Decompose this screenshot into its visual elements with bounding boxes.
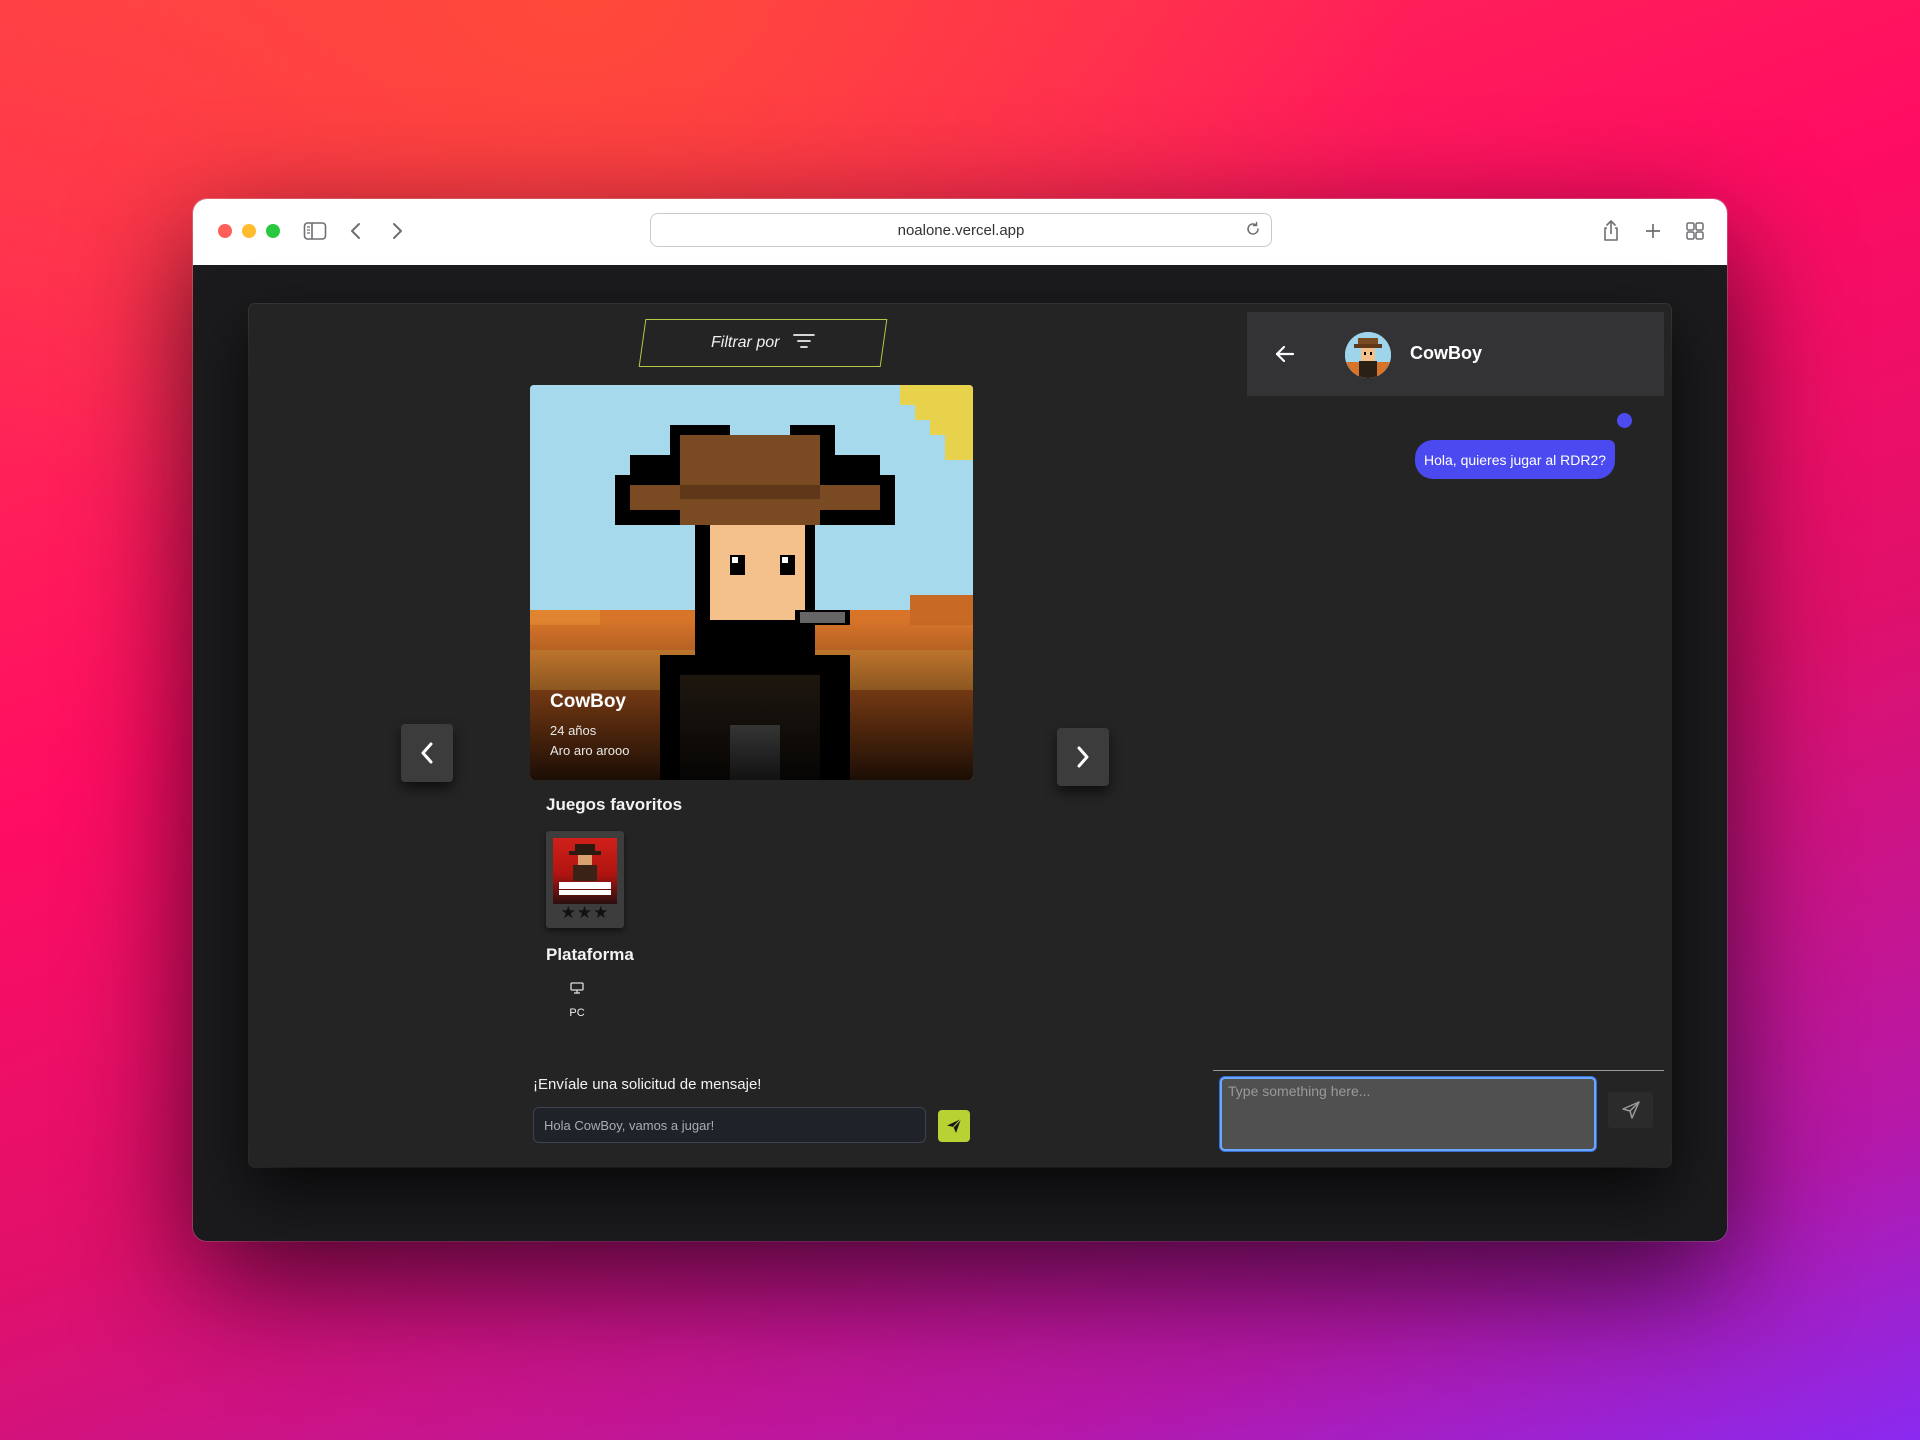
back-nav-icon[interactable] — [342, 217, 370, 245]
filter-lines-icon — [793, 333, 816, 354]
message-request-label: ¡Envíale una solicitud de mensaje! — [533, 1076, 762, 1093]
platform-item-pc: PC — [562, 981, 592, 1019]
favorite-game-tile[interactable]: ★★★ — [546, 831, 624, 928]
app-container: Filtrar por CowBoy 24 años Aro aro arooo… — [249, 304, 1671, 1167]
platform-title: Plataforma — [546, 945, 634, 964]
filter-label: Filtrar por — [710, 334, 780, 351]
browser-window: noalone.vercel.app Filtrar por CowBoy 24… — [193, 199, 1727, 1241]
forward-nav-icon[interactable] — [383, 217, 411, 245]
url-text: noalone.vercel.app — [897, 221, 1025, 239]
paper-plane-icon — [947, 1118, 962, 1133]
chat-header: CowBoy — [1247, 312, 1664, 396]
browser-toolbar: noalone.vercel.app — [193, 199, 1727, 266]
chat-contact-name: CowBoy — [1410, 343, 1482, 363]
previous-profile-button[interactable] — [401, 724, 453, 782]
send-icon — [1621, 1101, 1640, 1119]
platform-label: PC — [569, 1007, 585, 1019]
filter-button[interactable]: Filtrar por — [638, 319, 888, 367]
minimize-window-button[interactable] — [242, 224, 256, 238]
profile-age: 24 años — [550, 723, 597, 738]
reload-icon[interactable] — [1245, 221, 1261, 237]
chat-divider — [1213, 1070, 1664, 1071]
chevron-right-icon — [1077, 746, 1089, 768]
chat-send-button[interactable] — [1608, 1092, 1653, 1128]
address-bar[interactable]: noalone.vercel.app — [650, 213, 1272, 247]
zoom-window-button[interactable] — [266, 224, 280, 238]
chevron-left-icon — [421, 742, 433, 764]
next-profile-button[interactable] — [1057, 728, 1109, 786]
game-rating-stars: ★★★ — [560, 903, 610, 922]
profile-bio: Aro aro arooo — [550, 743, 630, 758]
send-request-button[interactable] — [938, 1110, 970, 1142]
desktop-icon — [570, 982, 584, 994]
message-status-dot — [1617, 413, 1632, 428]
message-request-input[interactable]: Hola CowBoy, vamos a jugar! — [533, 1107, 926, 1143]
new-tab-icon[interactable] — [1639, 217, 1667, 245]
arrow-left-icon[interactable] — [1273, 342, 1297, 366]
chat-message-bubble: Hola, quieres jugar al RDR2? — [1415, 440, 1616, 479]
chat-avatar — [1345, 332, 1391, 378]
chat-message-input[interactable]: Type something here... — [1220, 1077, 1596, 1151]
sidebar-toggle-icon[interactable] — [301, 217, 329, 245]
favorite-games-title: Juegos favoritos — [546, 795, 683, 814]
game-cover-art — [553, 838, 617, 904]
profile-card[interactable]: CowBoy 24 años Aro aro arooo — [530, 385, 973, 780]
share-icon[interactable] — [1597, 217, 1625, 245]
close-window-button[interactable] — [218, 224, 232, 238]
tab-overview-icon[interactable] — [1681, 217, 1709, 245]
profile-name: CowBoy — [550, 691, 626, 712]
browser-viewport: Filtrar por CowBoy 24 años Aro aro arooo… — [193, 265, 1727, 1241]
